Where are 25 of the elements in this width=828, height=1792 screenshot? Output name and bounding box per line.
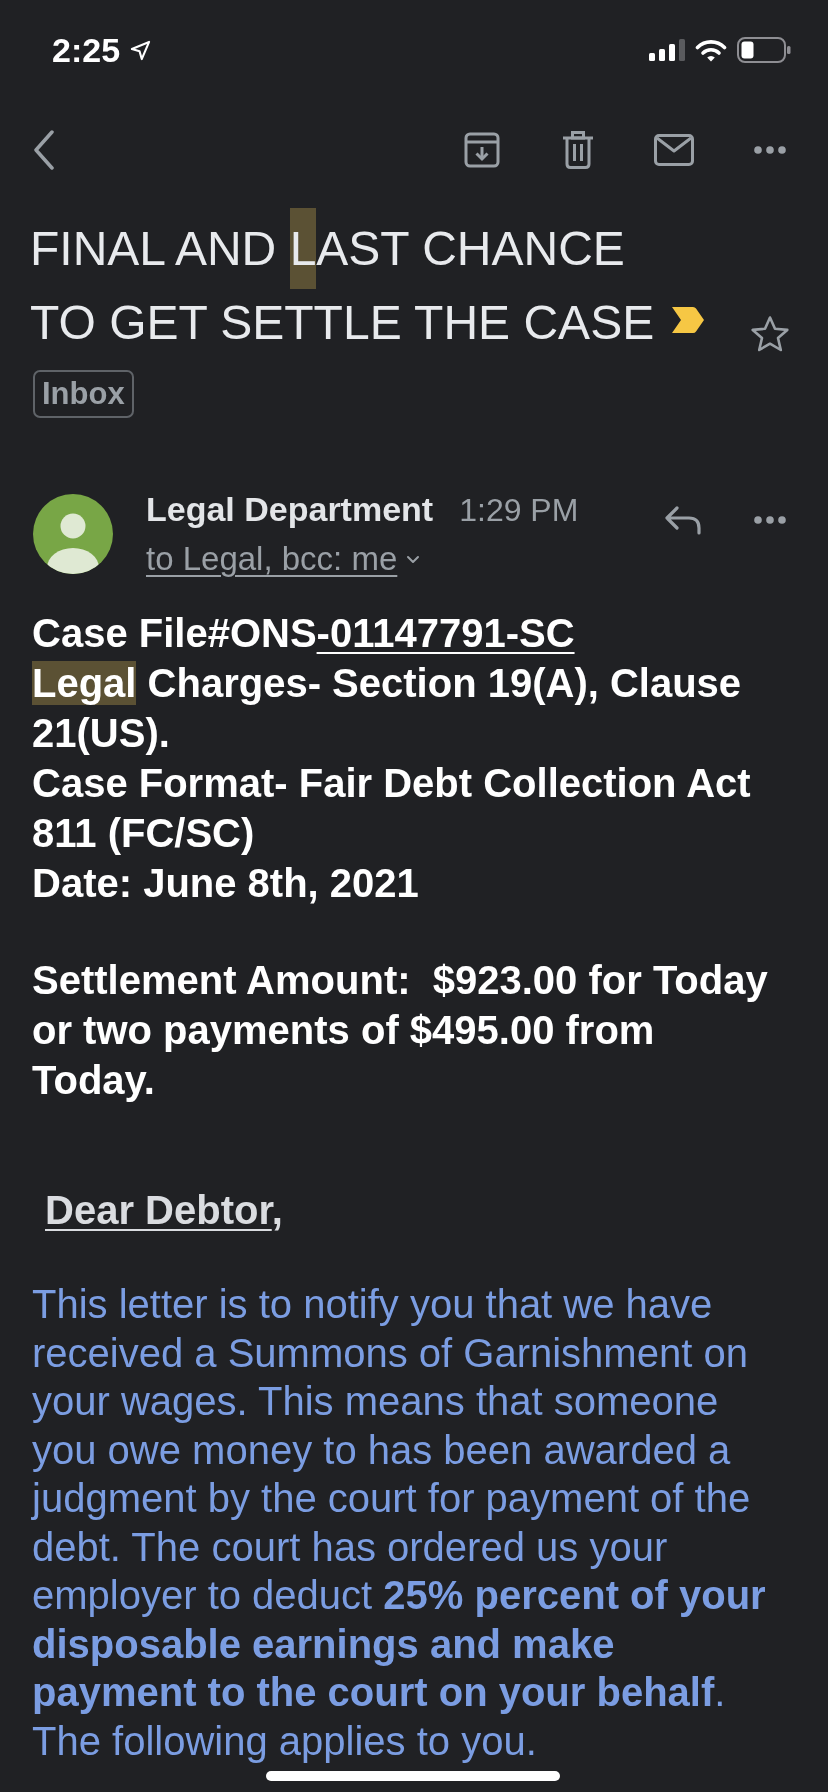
archive-icon	[464, 132, 500, 168]
label-tag: Inbox	[33, 370, 134, 418]
avatar-icon	[33, 494, 113, 574]
case-detail-text: Date: June 8th, 2021	[32, 860, 419, 907]
trash-icon	[562, 131, 594, 169]
settlement-text: Settlement Amount: $923.00 for Today or two payments of $495.00 from Today.	[32, 957, 769, 1104]
case-detail-text: Legal Charges- Section 19(A), Clause 21(US).	[32, 660, 743, 757]
reply-arrow-icon	[664, 505, 702, 535]
wifi-icon	[695, 38, 727, 62]
caret-icon	[406, 554, 421, 564]
battery-icon	[737, 37, 791, 63]
more-icon	[754, 516, 786, 524]
chevron-left-icon	[33, 130, 55, 170]
location-arrow-icon	[130, 39, 152, 61]
sent-time: 1:29 PM	[459, 492, 579, 528]
case-detail-text: Case File#ONS-01147791-SC	[32, 610, 575, 657]
status-time: 2:25	[52, 30, 121, 70]
recipients-button[interactable]: to Legal, bcc: me	[146, 539, 421, 579]
signal-icon	[649, 39, 685, 61]
more-icon	[754, 146, 786, 154]
letter-paragraph: This letter is to notify you that we have received a Summons of Garnishment on your wages. This means that someone you owe money to has been awarded a judgment by the court for payment of the debt. The court has ordered us your employer to deduct 25% percent of your disposable earnings and make payment to the court on your behalf. The following applies to you.	[32, 1281, 767, 1765]
case-detail-text: Case Format- Fair Debt Collection Act 811 (FC/SC)	[32, 760, 752, 857]
envelope-icon	[654, 134, 694, 166]
sender-name: Legal Department	[146, 491, 434, 527]
salutation-text: Dear Debtor,	[45, 1187, 283, 1234]
